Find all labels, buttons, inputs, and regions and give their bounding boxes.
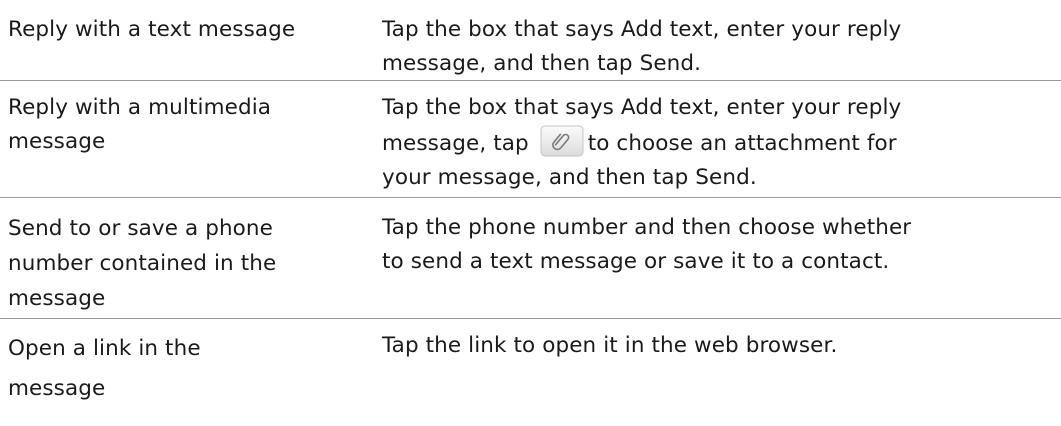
ui-term-add-text: Add text	[620, 95, 713, 120]
description-line: Tap the phone number and then choose whe…	[382, 215, 912, 240]
table-row: Send to or save a phone number contained…	[0, 198, 1061, 319]
action-line: Reply with a multimedia	[8, 95, 272, 120]
description-line: your message, and then tap Send.	[382, 165, 757, 190]
description-line: to send a text message or save it to a c…	[382, 249, 890, 274]
ui-term-send: Send	[695, 165, 750, 190]
instructions-table: Reply with a text message Tap the box th…	[0, 0, 1061, 426]
action-line: number contained in the	[8, 251, 277, 276]
action-line: Send to or save a phone	[8, 216, 273, 241]
description-cell: Tap the box that says Add text, enter yo…	[370, 91, 1061, 197]
description-line: Tap the box that says Add text, enter yo…	[382, 17, 902, 42]
description-cell: Tap the phone number and then choose whe…	[370, 211, 1061, 318]
ui-term-send: Send	[639, 51, 695, 76]
description-cell: Tap the link to open it in the web brows…	[370, 329, 1061, 426]
action-line: Open a link in the	[8, 336, 201, 361]
table-row: Reply with a multimedia message Tap the …	[0, 81, 1061, 198]
description-line: message, tap to choose an attachment for	[382, 125, 1061, 161]
description-line: Tap the link to open it in the web brows…	[382, 333, 838, 358]
description-cell: Tap the box that says Add text, enter yo…	[370, 13, 1061, 80]
description-line: Tap the box that says Add text, enter yo…	[382, 95, 902, 120]
action-line: message	[8, 286, 106, 311]
action-line: message	[8, 376, 106, 401]
action-cell: Reply with a text message	[0, 13, 370, 80]
action-line: message	[8, 129, 106, 154]
action-cell: Open a link in the message	[0, 329, 370, 426]
action-line: Reply with a text message	[8, 17, 296, 42]
action-cell: Reply with a multimedia message	[0, 91, 370, 197]
ui-term-add-text: Add text	[620, 17, 713, 42]
action-cell: Send to or save a phone number contained…	[0, 211, 370, 318]
paperclip-icon	[540, 125, 584, 157]
description-line: message, and then tap Send.	[382, 51, 702, 76]
table-row: Reply with a text message Tap the box th…	[0, 0, 1061, 81]
table-row: Open a link in the message Tap the link …	[0, 319, 1061, 426]
